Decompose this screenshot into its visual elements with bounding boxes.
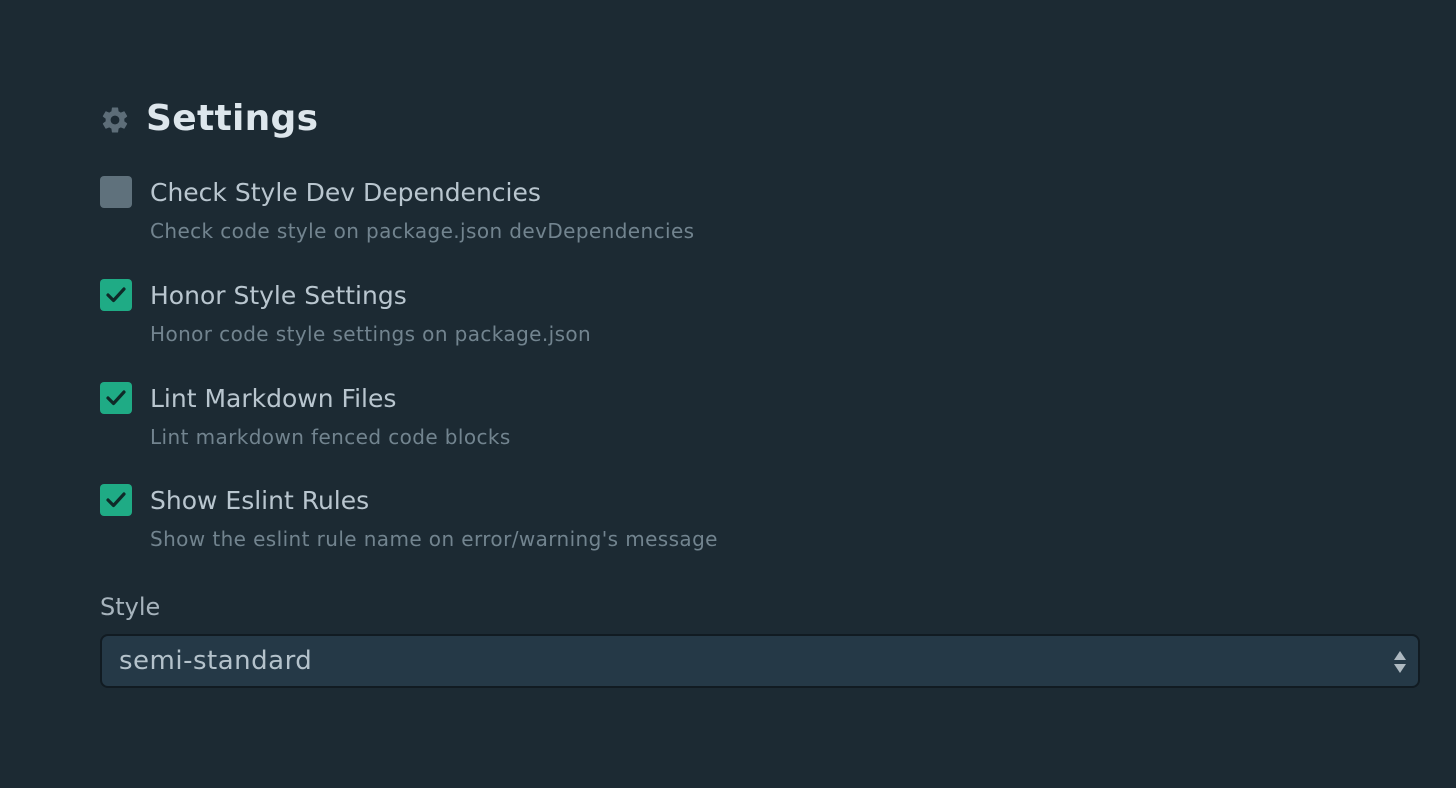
style-select[interactable]: semi-standard (100, 634, 1420, 688)
setting-lint-markdown-files: Lint Markdown Files Lint markdown fenced… (100, 382, 1420, 462)
checkmark-icon (106, 390, 126, 406)
setting-description: Check code style on package.json devDepe… (150, 219, 695, 243)
style-label: Style (100, 593, 161, 621)
setting-description: Lint markdown fenced code blocks (150, 425, 511, 449)
setting-show-eslint-rules: Show Eslint Rules Show the eslint rule n… (100, 484, 1420, 564)
setting-label: Honor Style Settings (150, 281, 407, 310)
checkmark-icon (106, 287, 126, 303)
select-arrows-icon (1394, 651, 1406, 673)
checkmark-icon (106, 492, 126, 508)
setting-description: Honor code style settings on package.jso… (150, 322, 592, 346)
gear-icon (102, 107, 128, 133)
checkbox-check-style-dev-dependencies[interactable] (100, 176, 132, 208)
checkbox-honor-style-settings[interactable] (100, 279, 132, 311)
settings-header: Settings (100, 92, 318, 144)
setting-check-style-dev-dependencies: Check Style Dev Dependencies Check code … (100, 176, 1420, 256)
checkbox-lint-markdown-files[interactable] (100, 382, 132, 414)
setting-honor-style-settings: Honor Style Settings Honor code style se… (100, 279, 1420, 359)
setting-label: Check Style Dev Dependencies (150, 178, 541, 207)
style-select-value: semi-standard (119, 646, 313, 676)
setting-description: Show the eslint rule name on error/warni… (150, 527, 718, 551)
setting-label: Lint Markdown Files (150, 384, 397, 413)
page-title: Settings (146, 97, 319, 139)
checkbox-show-eslint-rules[interactable] (100, 484, 132, 516)
setting-label: Show Eslint Rules (150, 486, 370, 515)
